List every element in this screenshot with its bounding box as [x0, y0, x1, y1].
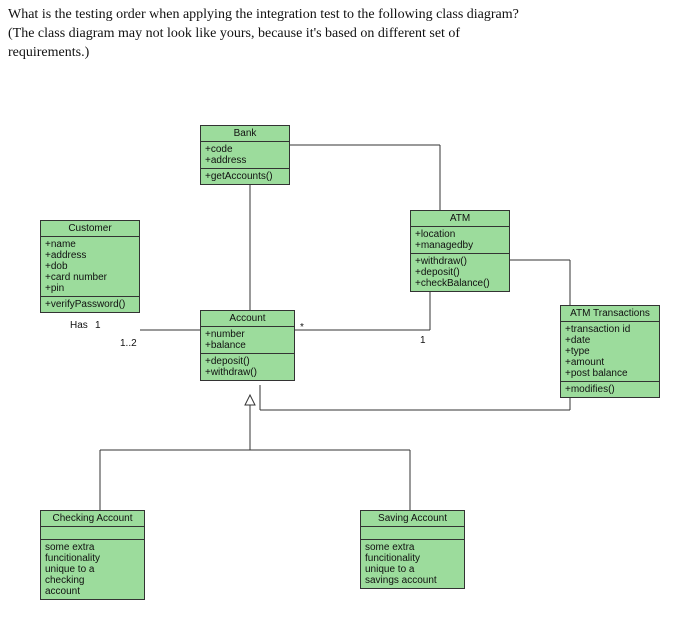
- attr: +code: [205, 144, 285, 155]
- attr: +location: [415, 229, 505, 240]
- class-title: Account: [201, 311, 294, 327]
- attr: +card number: [45, 272, 135, 283]
- class-customer: Customer +name +address +dob +card numbe…: [40, 220, 140, 313]
- class-title: Checking Account: [41, 511, 144, 527]
- op: +deposit(): [205, 356, 290, 367]
- op: +verifyPassword(): [45, 299, 135, 310]
- class-atm-transactions: ATM Transactions +transaction id +date +…: [560, 305, 660, 398]
- multiplicity-1-2: 1..2: [120, 338, 137, 349]
- class-title: ATM Transactions: [561, 306, 659, 322]
- attr: +number: [205, 329, 290, 340]
- class-title: ATM: [411, 211, 509, 227]
- op: some extra: [365, 542, 460, 553]
- attr: +dob: [45, 261, 135, 272]
- class-bank: Bank +code +address +getAccounts(): [200, 125, 290, 185]
- op: +getAccounts(): [205, 171, 285, 182]
- attr: +date: [565, 335, 655, 346]
- attr: +balance: [205, 340, 290, 351]
- op: +modifies(): [565, 384, 655, 395]
- class-title: Bank: [201, 126, 289, 142]
- multiplicity-star: *: [300, 322, 304, 333]
- attr: +amount: [565, 357, 655, 368]
- op: +deposit(): [415, 267, 505, 278]
- attr: +transaction id: [565, 324, 655, 335]
- class-saving-account: Saving Account some extra funcitionality…: [360, 510, 465, 589]
- op: +withdraw(): [205, 367, 290, 378]
- class-atm: ATM +location +managedby +withdraw() +de…: [410, 210, 510, 292]
- op: some extra: [45, 542, 140, 553]
- attr: +managedby: [415, 240, 505, 251]
- op: unique to a: [45, 564, 140, 575]
- attr: +name: [45, 239, 135, 250]
- question-line3: requirements.): [8, 45, 89, 60]
- class-account: Account +number +balance +deposit() +wit…: [200, 310, 295, 381]
- class-checking-account: Checking Account some extra funcitionali…: [40, 510, 145, 600]
- attr: +address: [205, 155, 285, 166]
- multiplicity-1: 1: [95, 320, 101, 331]
- op: unique to a: [365, 564, 460, 575]
- uml-canvas: Bank +code +address +getAccounts() Custo…: [0, 110, 684, 626]
- attr: +post balance: [565, 368, 655, 379]
- op: funcitionality: [45, 553, 140, 564]
- op: +checkBalance(): [415, 278, 505, 289]
- attr: +type: [565, 346, 655, 357]
- question-line1: What is the testing order when applying …: [8, 7, 519, 22]
- question-text: What is the testing order when applying …: [0, 0, 684, 67]
- op: savings account: [365, 575, 460, 586]
- question-line2: (The class diagram may not look like you…: [8, 26, 460, 41]
- op: account: [45, 586, 140, 597]
- attr: +address: [45, 250, 135, 261]
- class-title: Customer: [41, 221, 139, 237]
- class-title: Saving Account: [361, 511, 464, 527]
- op: checking: [45, 575, 140, 586]
- op: +withdraw(): [415, 256, 505, 267]
- assoc-label-has: Has: [70, 320, 88, 331]
- multiplicity-1-atm: 1: [420, 335, 426, 346]
- op: funcitionality: [365, 553, 460, 564]
- attr: +pin: [45, 283, 135, 294]
